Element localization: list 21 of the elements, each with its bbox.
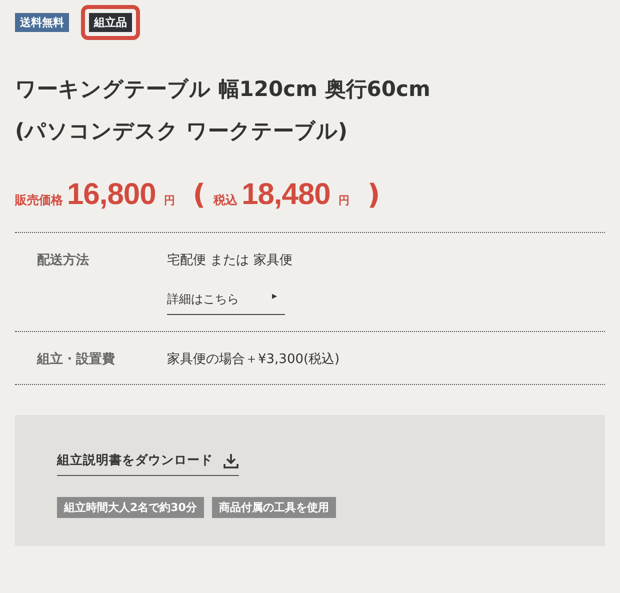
parenthesis: ) xyxy=(367,178,380,211)
product-title: (パソコンデスク ワークテーブル) xyxy=(15,118,348,145)
currency-unit: 円 xyxy=(164,193,175,208)
tax-label: 税込 xyxy=(214,192,238,209)
download-icon xyxy=(223,452,239,468)
price-label: 販売価格 xyxy=(15,192,63,209)
spec-label: 組立・設置費 xyxy=(37,350,116,368)
tax-price: 18,480 xyxy=(242,178,330,212)
currency-unit: 円 xyxy=(338,193,350,208)
info-tag: 組立時間大人2名で約30分 xyxy=(57,497,204,518)
spec-value: 宅配便 または 家具便 xyxy=(167,252,292,269)
tag: 組立品 xyxy=(89,12,132,32)
spec-label: 配送方法 xyxy=(37,252,90,270)
info-tag: 商品付属の工具を使用 xyxy=(212,497,336,518)
parenthesis: ( xyxy=(192,178,206,211)
tag: 送料無料 xyxy=(15,12,69,32)
price: 16,800 xyxy=(67,178,156,212)
spec-value: 家具便の場合＋¥3,300(税込) xyxy=(167,351,340,368)
details-link[interactable]: 詳細はこちら ▸ xyxy=(167,291,285,315)
product-title: ワーキングテーブル 幅120cm 奥行60cm xyxy=(15,76,430,103)
download-link[interactable]: 組立説明書をダウンロード xyxy=(57,452,239,476)
